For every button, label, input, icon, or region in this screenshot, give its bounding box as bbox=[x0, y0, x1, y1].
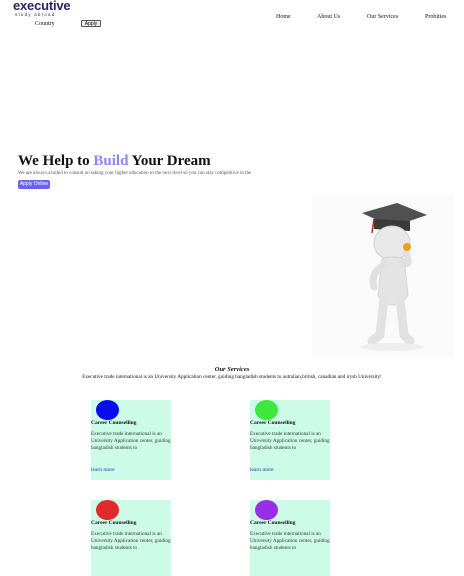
country-label: Country bbox=[35, 21, 55, 27]
service-circle-icon bbox=[255, 400, 278, 420]
service-card-title: Career Counselling bbox=[250, 520, 296, 526]
service-card-title: Career Counselling bbox=[250, 420, 296, 426]
service-circle-icon bbox=[96, 500, 119, 520]
logo-wordmark: executive bbox=[13, 0, 71, 13]
service-card-text: Executive trade international is an Univ… bbox=[250, 431, 330, 452]
service-card: Career Counselling Executive trade inter… bbox=[250, 500, 330, 576]
service-card-title: Career Counselling bbox=[91, 520, 137, 526]
nav-our-services[interactable]: Our Services bbox=[367, 14, 398, 20]
apply-online-button[interactable]: Apply Online bbox=[18, 180, 50, 189]
services-title: Our Services bbox=[214, 366, 250, 373]
hero-subtitle: We are always availed to consult on taki… bbox=[18, 171, 252, 176]
service-circle-icon bbox=[255, 500, 278, 520]
service-circle-icon bbox=[96, 400, 119, 420]
service-card: Career Counselling Executive trade inter… bbox=[91, 500, 171, 576]
service-card: Career Counselling Executive trade inter… bbox=[91, 400, 171, 480]
nav-home[interactable]: Home bbox=[276, 14, 291, 20]
service-card-text: Executive trade international is an Univ… bbox=[91, 531, 171, 552]
apply-button[interactable]: Apply bbox=[81, 20, 101, 27]
brand-logo[interactable]: executive study abroad bbox=[13, 0, 75, 18]
learn-more-link[interactable]: learn more bbox=[250, 467, 274, 473]
service-card: Career Counselling Executive trade inter… bbox=[250, 400, 330, 480]
graduate-figure-illustration bbox=[312, 195, 454, 357]
hero-title: We Help to Build Your Dream bbox=[18, 153, 211, 170]
hero-title-prefix: We Help to bbox=[18, 153, 94, 169]
nav-probities[interactable]: Probities bbox=[425, 14, 446, 20]
service-card-title: Career Counselling bbox=[91, 420, 137, 426]
service-card-text: Executive trade international is an Univ… bbox=[91, 431, 171, 452]
hero-title-accent: Build bbox=[93, 153, 129, 169]
learn-more-link[interactable]: learn more bbox=[91, 467, 115, 473]
services-subtitle: Executive trade international is an Univ… bbox=[82, 374, 382, 380]
service-card-text: Executive trade international is an Univ… bbox=[250, 531, 330, 552]
nav-about-us[interactable]: About Us bbox=[317, 14, 340, 20]
hero-title-suffix: Your Dream bbox=[128, 153, 211, 169]
